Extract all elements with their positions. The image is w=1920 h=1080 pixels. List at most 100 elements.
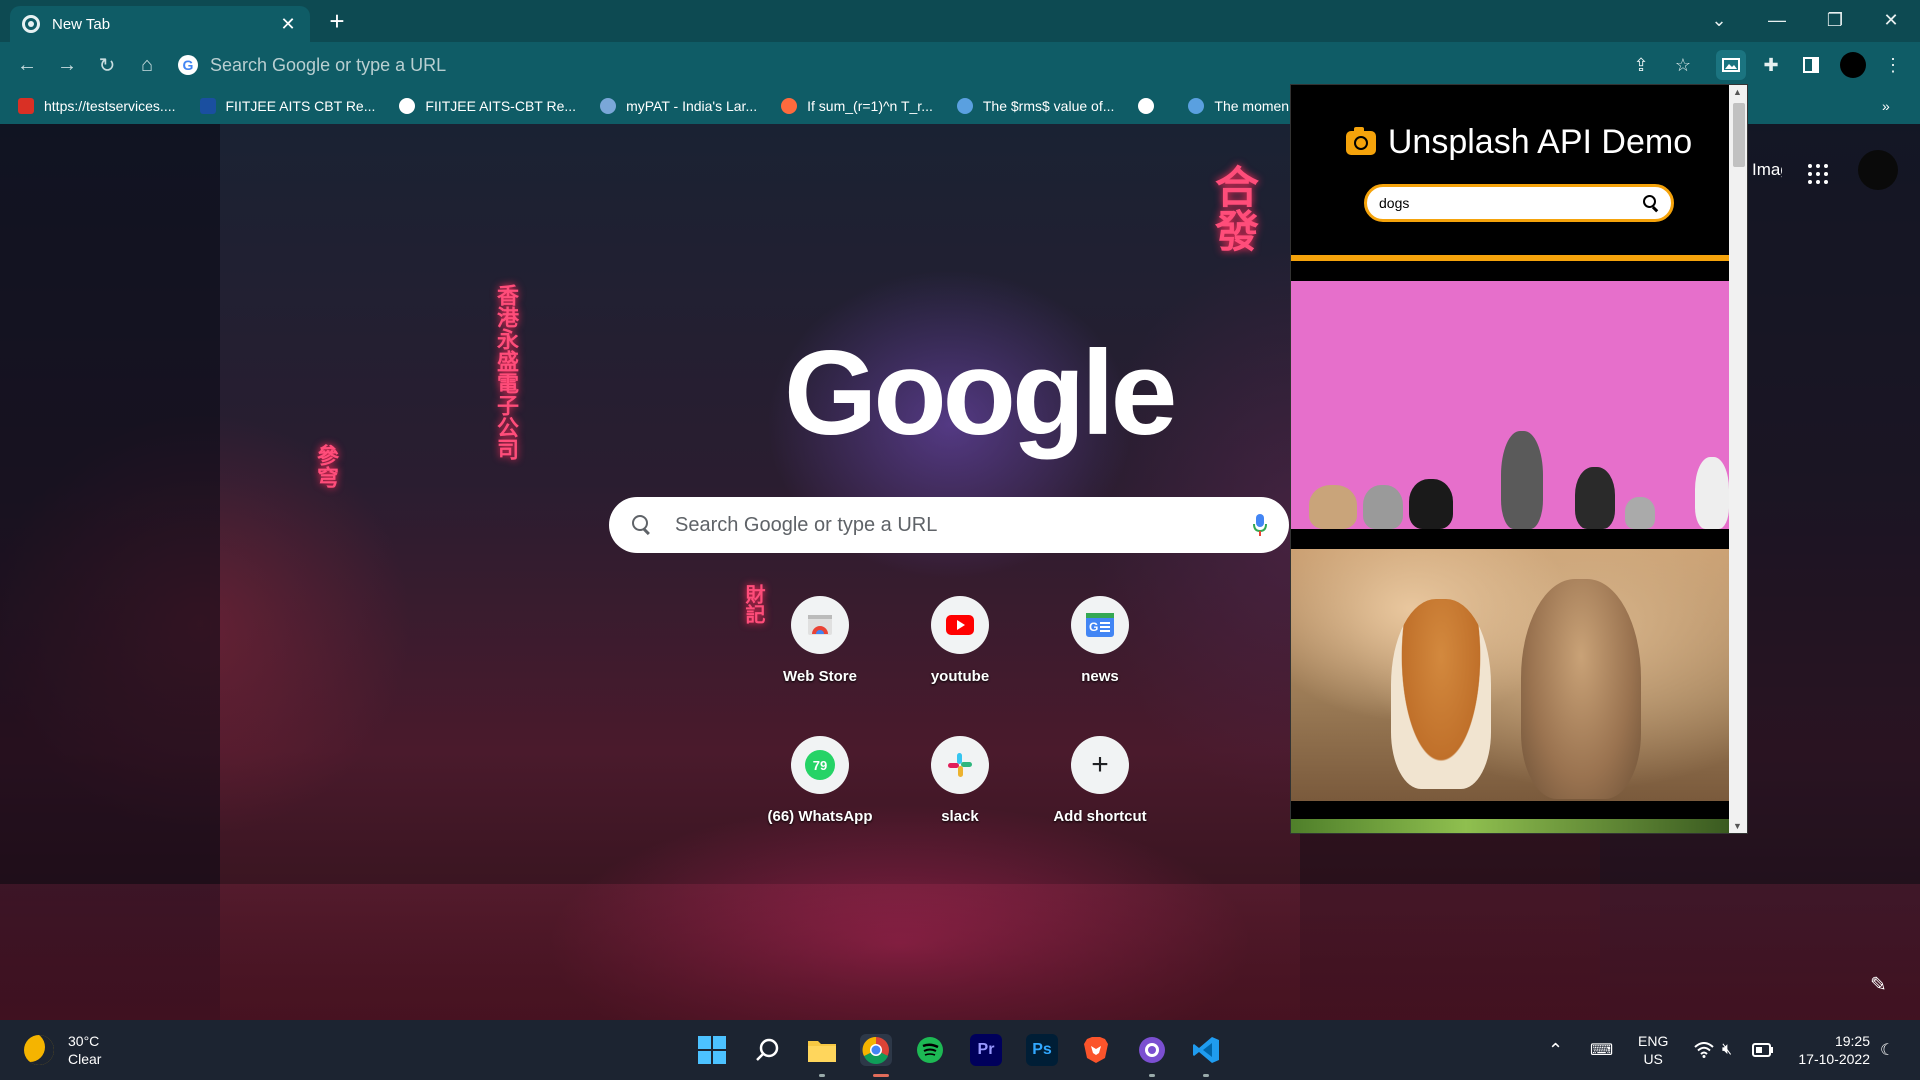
running-indicator (819, 1074, 825, 1077)
scroll-up-icon[interactable]: ▲ (1733, 87, 1742, 97)
shortcut-web-store[interactable]: Web Store (760, 596, 880, 685)
bookmark-item[interactable]: https://testservices.... (18, 98, 176, 114)
plus-icon: + (1071, 736, 1129, 794)
google-g-icon: G (178, 55, 198, 75)
close-tab-icon[interactable]: ✕ (278, 14, 298, 35)
result-image[interactable] (1291, 819, 1729, 833)
close-window-button[interactable]: ✕ (1862, 0, 1920, 40)
popup-header: Unsplash API Demo dogs (1291, 85, 1747, 255)
battery-icon[interactable] (1752, 1020, 1774, 1080)
notification-moon-icon[interactable]: ☾ (1880, 1020, 1894, 1080)
back-icon[interactable]: ← (12, 50, 42, 80)
result-image[interactable] (1291, 549, 1729, 801)
tab-title: New Tab (52, 15, 111, 33)
title-bar: New Tab ✕ + ⌄ — ❐ ✕ (0, 0, 1920, 42)
bookmark-item[interactable]: The momen (1188, 98, 1289, 114)
dog-figure (1625, 497, 1655, 529)
bookmark-item[interactable]: FIITJEE AITS CBT Re... (199, 98, 375, 114)
unsplash-extension-icon[interactable] (1716, 50, 1746, 80)
bookmark-star-icon[interactable]: ☆ (1668, 50, 1698, 80)
spotify-icon[interactable] (914, 1034, 946, 1066)
new-tab-button[interactable]: + (322, 6, 352, 37)
language-secondary: US (1643, 1051, 1663, 1067)
shortcut-youtube[interactable]: youtube (900, 596, 1020, 685)
ntp-search-box[interactable]: Search Google or type a URL (609, 497, 1289, 553)
microphone-icon[interactable] (1253, 514, 1267, 536)
wifi-icon[interactable] (1694, 1020, 1714, 1080)
bookmark-item[interactable]: The $rms$ value of... (956, 98, 1114, 114)
bookmark-item[interactable]: If sum_(r=1)^n T_r... (781, 98, 933, 114)
whatsapp-badge: 79 (805, 750, 835, 780)
neon-sign: 合發 (1207, 164, 1258, 252)
chrome-taskbar-icon[interactable] (860, 1034, 892, 1066)
extensions-puzzle-icon[interactable]: ✚ (1756, 50, 1786, 80)
menu-kebab-icon[interactable]: ⋮ (1878, 50, 1908, 80)
dog-figure (1363, 485, 1403, 529)
reload-icon[interactable]: ↻ (92, 50, 122, 80)
home-icon[interactable]: ⌂ (132, 50, 162, 80)
weather-temperature: 30°C (68, 1033, 100, 1049)
shortcut-slack[interactable]: slack (900, 736, 1020, 825)
minimize-button[interactable]: — (1748, 0, 1806, 40)
bookmark-favicon (956, 98, 973, 114)
search-icon[interactable] (752, 1034, 784, 1066)
shortcut-label: news (1081, 668, 1119, 685)
corgi-figure (1391, 599, 1491, 789)
share-icon[interactable]: ⇪ (1626, 50, 1656, 80)
vscode-icon[interactable] (1190, 1034, 1222, 1066)
shortcut-news[interactable]: G news (1040, 596, 1160, 685)
bookmark-item[interactable]: myPAT - India's Lar... (600, 98, 757, 114)
neon-sign: 參穹 (313, 444, 339, 488)
profile-avatar[interactable] (1838, 50, 1868, 80)
shortcut-label: slack (941, 808, 979, 825)
account-avatar[interactable] (1858, 150, 1898, 190)
shortcut-label: (66) WhatsApp (767, 808, 873, 825)
speaker-muted-icon[interactable]: 🔇︎ (1722, 1020, 1732, 1080)
file-explorer-icon[interactable] (806, 1034, 838, 1066)
neon-sign: 香港永盛電子公司 (493, 284, 519, 460)
keyboard-icon[interactable]: ⌨ (1590, 1020, 1613, 1080)
forward-icon[interactable]: → (52, 50, 82, 80)
language-indicator[interactable]: ENG US (1638, 1020, 1668, 1080)
images-link[interactable]: Images (1752, 160, 1782, 180)
more-bookmarks-button[interactable]: » (1882, 98, 1890, 114)
popup-title-text: Unsplash API Demo (1387, 123, 1693, 161)
scrollbar-thumb[interactable] (1733, 103, 1745, 167)
popup-scrollbar[interactable]: ▲ ▼ (1729, 85, 1747, 833)
running-indicator (1203, 1074, 1209, 1077)
result-image[interactable] (1291, 281, 1729, 529)
restore-button[interactable]: ❐ (1806, 0, 1864, 40)
street-reflection (0, 884, 1920, 1020)
windows-start-icon[interactable] (696, 1034, 728, 1066)
dog-figure (1575, 467, 1615, 529)
scroll-down-icon[interactable]: ▼ (1733, 821, 1742, 831)
dog-figure (1409, 479, 1453, 529)
premiere-pro-icon[interactable]: Pr (970, 1034, 1002, 1066)
system-clock[interactable]: 19:25 17-10-2022 (1790, 1032, 1870, 1068)
unsplash-search-value: dogs (1379, 195, 1410, 211)
bookmark-item[interactable]: FIITJEE AITS-CBT Re... (399, 98, 576, 114)
bookmark-favicon (1188, 98, 1205, 114)
tab-new-tab[interactable]: New Tab ✕ (10, 6, 310, 42)
globe-icon (1138, 98, 1155, 114)
brave-icon[interactable] (1080, 1034, 1112, 1066)
bookmark-favicon (18, 98, 34, 114)
photoshop-icon[interactable]: Ps (1026, 1034, 1058, 1066)
add-shortcut-button[interactable]: + Add shortcut (1040, 736, 1160, 825)
customize-pencil-icon[interactable]: ✎ (1870, 972, 1887, 997)
unsplash-extension-popup: Unsplash API Demo dogs ▲ ▼ (1290, 84, 1748, 834)
weather-widget[interactable]: 30°C Clear (24, 1032, 101, 1068)
dog-figure (1309, 485, 1357, 529)
address-bar[interactable]: G Search Google or type a URL (178, 49, 1678, 81)
tab-search-icon[interactable]: ⌄ (1690, 0, 1748, 40)
side-panel-icon[interactable] (1796, 50, 1826, 80)
search-icon[interactable] (1643, 195, 1659, 211)
web-store-icon (791, 596, 849, 654)
shortcut-whatsapp[interactable]: 79 (66) WhatsApp (760, 736, 880, 825)
unsplash-search-input[interactable]: dogs (1364, 184, 1674, 222)
google-apps-icon[interactable] (1808, 164, 1828, 184)
news-icon: G (1071, 596, 1129, 654)
bookmark-item[interactable] (1138, 98, 1164, 114)
show-hidden-icons-chevron-icon[interactable]: ⌃ (1548, 1020, 1563, 1080)
github-desktop-icon[interactable] (1136, 1034, 1168, 1066)
